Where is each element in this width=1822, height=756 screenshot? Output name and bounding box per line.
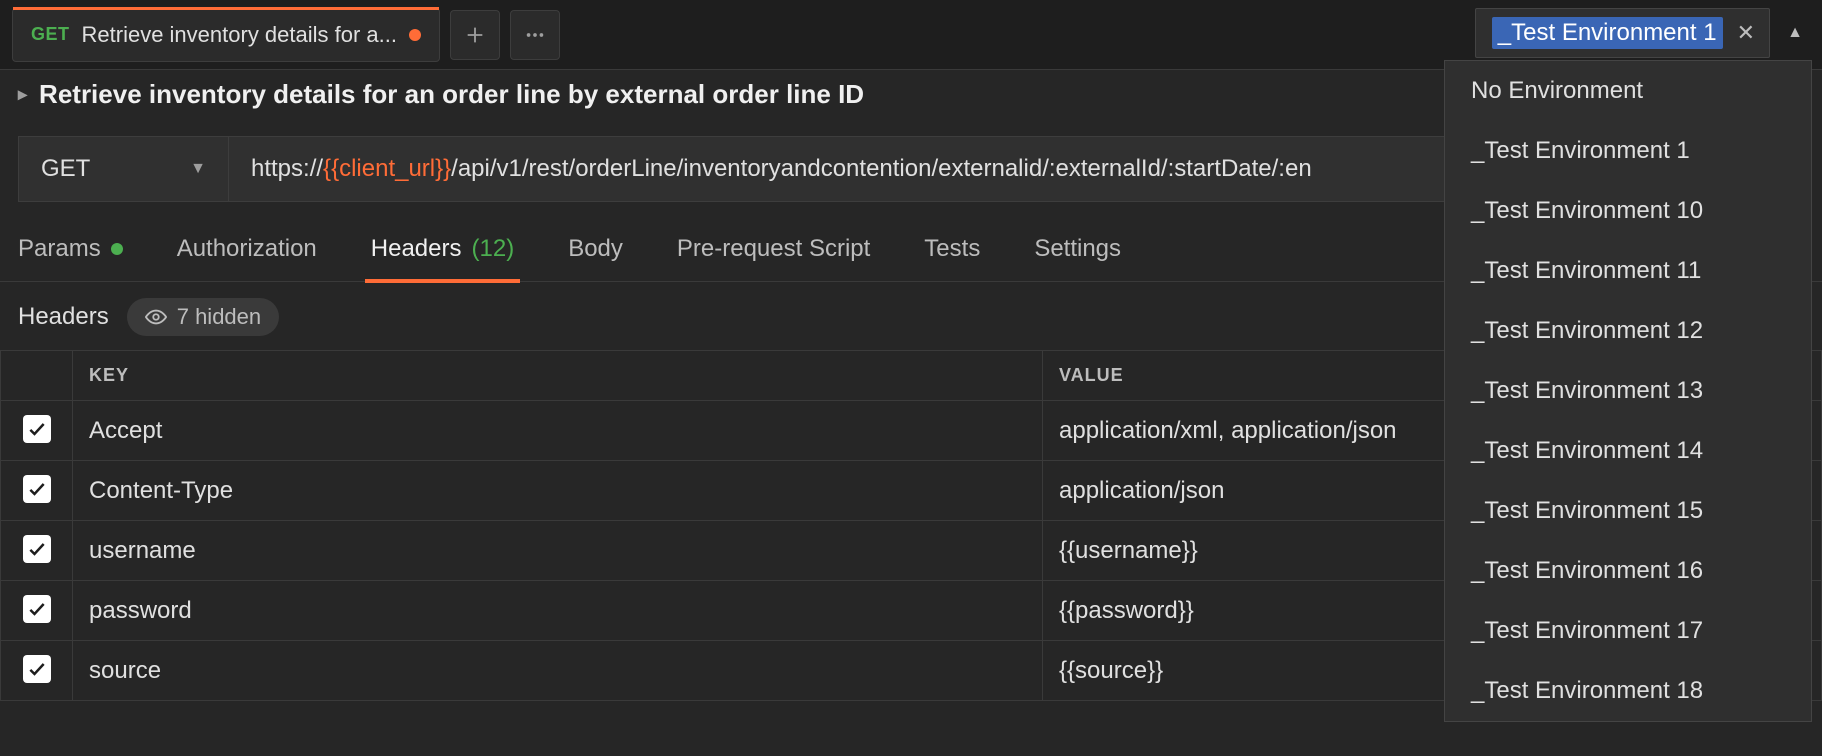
header-key-cell[interactable]: Accept (73, 401, 1043, 461)
tab-tests[interactable]: Tests (924, 235, 980, 267)
more-horizontal-icon (524, 24, 546, 46)
checkbox-checked-icon (23, 595, 51, 623)
tab-prerequest[interactable]: Pre-request Script (677, 235, 870, 267)
header-key-cell[interactable]: Content-Type (73, 461, 1043, 521)
environment-option[interactable]: _Test Environment 13 (1445, 361, 1811, 421)
tab-params-label: Params (18, 235, 101, 263)
url-prefix: https:// (251, 155, 323, 183)
environment-option[interactable]: _Test Environment 14 (1445, 421, 1811, 481)
tab-headers[interactable]: Headers (12) (371, 235, 514, 267)
tab-settings-label: Settings (1034, 235, 1121, 263)
environment-option[interactable]: _Test Environment 10 (1445, 181, 1811, 241)
tab-method-badge: GET (31, 24, 70, 45)
environment-chip[interactable]: _Test Environment 1 ✕ (1475, 8, 1770, 58)
url-variable: {{client_url}} (323, 155, 451, 183)
col-key: KEY (73, 351, 1043, 401)
url-suffix: /api/v1/rest/orderLine/inventoryandconte… (451, 155, 1312, 183)
request-title: Retrieve inventory details for an order … (39, 79, 864, 110)
tab-headers-label: Headers (371, 235, 462, 263)
environment-option[interactable]: _Test Environment 1 (1445, 121, 1811, 181)
tab-body[interactable]: Body (568, 235, 623, 267)
http-method-select[interactable]: GET ▼ (19, 137, 229, 201)
tab-params[interactable]: Params (18, 235, 123, 267)
tab-body-label: Body (568, 235, 623, 263)
tab-title: Retrieve inventory details for a... (82, 22, 397, 48)
clear-environment-icon[interactable]: ✕ (1737, 20, 1755, 46)
header-key-cell[interactable]: username (73, 521, 1043, 581)
tab-headers-count: (12) (472, 235, 515, 263)
environment-option[interactable]: _Test Environment 11 (1445, 241, 1811, 301)
environment-option[interactable]: _Test Environment 18 (1445, 661, 1811, 721)
checkbox-checked-icon (23, 475, 51, 503)
checkbox-checked-icon (23, 655, 51, 683)
collapse-caret-icon[interactable]: ▸ (18, 84, 27, 105)
new-tab-button[interactable] (450, 10, 500, 60)
environment-dropdown-toggle[interactable]: ▲ (1778, 8, 1812, 58)
environment-option[interactable]: _Test Environment 16 (1445, 541, 1811, 601)
row-enable-cell[interactable] (1, 461, 73, 521)
header-key-cell[interactable]: source (73, 641, 1043, 701)
environment-selected: _Test Environment 1 (1492, 17, 1723, 49)
environment-option[interactable]: _Test Environment 17 (1445, 601, 1811, 661)
row-enable-cell[interactable] (1, 521, 73, 581)
eye-icon (145, 306, 167, 328)
params-active-dot-icon (111, 243, 123, 255)
tab-tests-label: Tests (924, 235, 980, 263)
environment-option[interactable]: No Environment (1445, 61, 1811, 121)
checkbox-checked-icon (23, 415, 51, 443)
checkbox-checked-icon (23, 535, 51, 563)
unsaved-indicator-icon (409, 29, 421, 41)
hidden-count-label: 7 hidden (177, 304, 261, 330)
plus-icon (464, 24, 486, 46)
header-key-cell[interactable]: password (73, 581, 1043, 641)
col-enable (1, 351, 73, 401)
chevron-down-icon: ▼ (190, 160, 206, 178)
tab-options-button[interactable] (510, 10, 560, 60)
environment-option[interactable]: _Test Environment 15 (1445, 481, 1811, 541)
environment-option[interactable]: _Test Environment 12 (1445, 301, 1811, 361)
tab-settings[interactable]: Settings (1034, 235, 1121, 267)
row-enable-cell[interactable] (1, 401, 73, 461)
tab-prerequest-label: Pre-request Script (677, 235, 870, 263)
tab-authorization[interactable]: Authorization (177, 235, 317, 267)
http-method-value: GET (41, 155, 90, 183)
row-enable-cell[interactable] (1, 581, 73, 641)
row-enable-cell[interactable] (1, 641, 73, 701)
environment-selector: _Test Environment 1 ✕ ▲ (1475, 8, 1812, 58)
headers-label: Headers (18, 303, 109, 331)
tab-authorization-label: Authorization (177, 235, 317, 263)
environment-dropdown: No Environment_Test Environment 1_Test E… (1444, 60, 1812, 722)
toggle-hidden-headers[interactable]: 7 hidden (127, 298, 279, 336)
chevron-up-icon: ▲ (1787, 24, 1803, 42)
request-tab[interactable]: GET Retrieve inventory details for a... (12, 8, 440, 62)
